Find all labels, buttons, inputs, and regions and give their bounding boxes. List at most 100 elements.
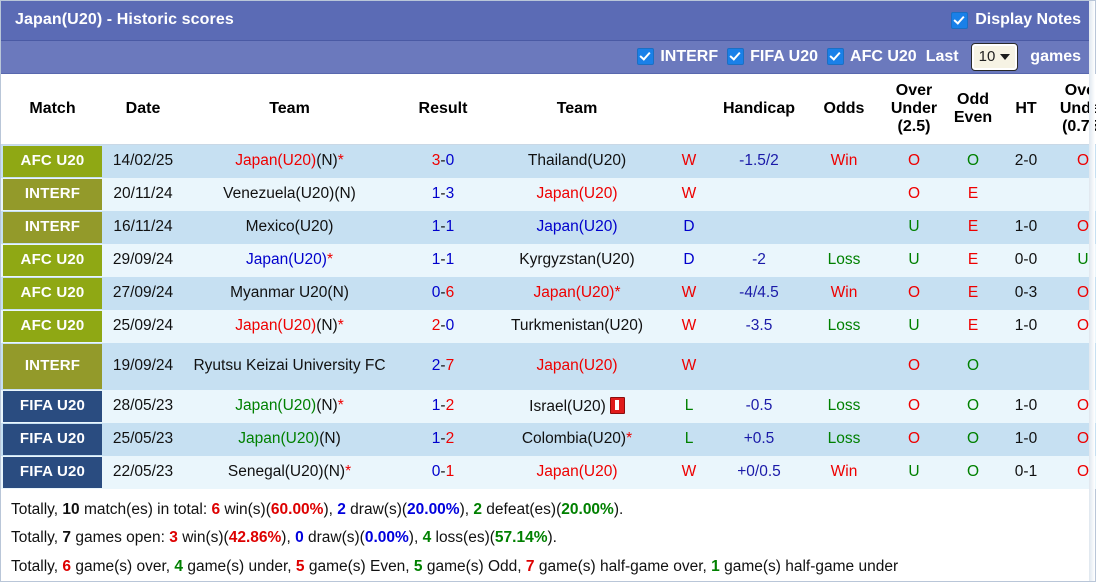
match-result[interactable]: 1-1 (397, 210, 489, 244)
match-date: 27/09/24 (104, 276, 182, 310)
match-result[interactable]: 1-2 (397, 389, 489, 423)
games-count-select[interactable]: 10 (971, 43, 1018, 70)
match-type-badge[interactable]: AFC U20 (1, 144, 104, 178)
away-team[interactable]: Japan(U20) (489, 210, 665, 244)
odds-result: Win (805, 276, 883, 310)
over-under-075 (1051, 342, 1096, 390)
away-team[interactable]: Japan(U20) (489, 177, 665, 211)
total-defeat-pct: 20.00% (561, 500, 614, 518)
historic-scores-panel: Japan(U20) - Historic scores Display Not… (0, 0, 1096, 582)
filter-afc-u20[interactable]: AFC U20 (827, 48, 917, 66)
home-team[interactable]: Japan(U20)(N)* (182, 389, 397, 423)
table-body: AFC U20 14/02/25 Japan(U20)(N)* 3-0 Thailand… (1, 144, 1096, 489)
filter-fifa-u20[interactable]: FIFA U20 (727, 48, 818, 66)
odds-result: Win (805, 455, 883, 489)
half-time-score: 1-0 (1001, 389, 1051, 423)
win-draw-loss: L (665, 422, 713, 456)
away-team[interactable]: Japan(U20)* (489, 276, 665, 310)
match-result[interactable]: 0-6 (397, 276, 489, 310)
open-games: 7 (62, 529, 72, 547)
match-type-badge[interactable]: INTERF (1, 210, 104, 244)
table-row[interactable]: AFC U20 27/09/24 Myanmar U20(N) 0-6 Japan(U2… (1, 276, 1096, 310)
match-date: 16/11/24 (104, 210, 182, 244)
col-result: Result (397, 73, 489, 145)
summary-line-open: Totally, 7 games open: 3 win(s)(42.86%),… (11, 529, 557, 547)
home-team[interactable]: Japan(U20)(N)* (182, 309, 397, 343)
handicap-value (713, 177, 805, 211)
match-type-badge[interactable]: INTERF (1, 177, 104, 211)
table-row[interactable]: AFC U20 14/02/25 Japan(U20)(N)* 3-0 Thailand… (1, 144, 1096, 178)
match-type-badge[interactable]: AFC U20 (1, 243, 104, 277)
over-under-25: U (883, 309, 945, 343)
match-result[interactable]: 1-2 (397, 422, 489, 456)
over-under-075: O (1051, 389, 1096, 423)
away-team[interactable]: Turkmenistan(U20) (489, 309, 665, 343)
match-result[interactable]: 0-1 (397, 455, 489, 489)
handicap-value: +0/0.5 (713, 455, 805, 489)
match-type-badge[interactable]: FIFA U20 (1, 422, 104, 456)
match-result[interactable]: 1-3 (397, 177, 489, 211)
away-team[interactable]: Israel(U20) (489, 389, 665, 423)
table-row[interactable]: FIFA U20 28/05/23 Japan(U20)(N)* 1-2 Israel(… (1, 389, 1096, 423)
over-under-25: U (883, 243, 945, 277)
total-matches: 10 (62, 500, 80, 518)
handicap-value: -0.5 (713, 389, 805, 423)
odd-even: E (945, 210, 1001, 244)
home-team[interactable]: Japan(U20)* (182, 243, 397, 277)
home-team[interactable]: Senegal(U20)(N)* (182, 455, 397, 489)
col-team-away: Team (489, 73, 665, 145)
match-type-badge[interactable]: AFC U20 (1, 309, 104, 343)
odd-even: E (945, 309, 1001, 343)
home-team[interactable]: Myanmar U20(N) (182, 276, 397, 310)
open-loss-pct: 57.14% (494, 529, 548, 547)
table-row[interactable]: INTERF 19/09/24 Ryutsu Keizai University F… (1, 342, 1096, 390)
home-team[interactable]: Japan(U20)(N) (182, 422, 397, 456)
display-notes-toggle[interactable]: Display Notes (951, 11, 1081, 29)
home-team[interactable]: Mexico(U20) (182, 210, 397, 244)
match-type-badge[interactable]: FIFA U20 (1, 455, 104, 489)
away-team[interactable]: Japan(U20) (489, 455, 665, 489)
scores-table-container: Match Date Team Result Team Handicap Odd… (1, 73, 1096, 489)
match-type-badge[interactable]: INTERF (1, 342, 104, 390)
match-type-badge[interactable]: AFC U20 (1, 276, 104, 310)
home-team[interactable]: Ryutsu Keizai University FC (182, 342, 397, 390)
table-row[interactable]: INTERF 16/11/24 Mexico(U20) 1-1 Japan(U20) D U… (1, 210, 1096, 244)
table-header: Match Date Team Result Team Handicap Odd… (1, 73, 1096, 145)
games-under: 4 (174, 557, 184, 575)
afc-u20-checkbox[interactable] (827, 48, 845, 66)
filter-interf[interactable]: INTERF (637, 48, 718, 66)
away-team[interactable]: Colombia(U20)* (489, 422, 665, 456)
match-result[interactable]: 3-0 (397, 144, 489, 178)
games-label: games (1030, 47, 1081, 65)
over-under-075: O (1051, 422, 1096, 456)
fifa-u20-checkbox[interactable] (727, 48, 745, 66)
table-row[interactable]: FIFA U20 25/05/23 Japan(U20)(N) 1-2 Colombia… (1, 422, 1096, 456)
last-label: Last (925, 47, 959, 65)
interf-label: INTERF (660, 47, 719, 65)
games-halfgame-over: 7 (525, 557, 535, 575)
match-result[interactable]: 2-0 (397, 309, 489, 343)
table-row[interactable]: AFC U20 29/09/24 Japan(U20)* 1-1 Kyrgyzstan(… (1, 243, 1096, 277)
total-win-pct: 60.00% (270, 500, 324, 518)
odd-even: E (945, 276, 1001, 310)
match-date: 20/11/24 (104, 177, 182, 211)
home-team[interactable]: Japan(U20)(N)* (182, 144, 397, 178)
table-row[interactable]: INTERF 20/11/24 Venezuela(U20)(N) 1-3 Japan(… (1, 177, 1096, 211)
match-result[interactable]: 1-1 (397, 243, 489, 277)
handicap-value: +0.5 (713, 422, 805, 456)
win-draw-loss: L (665, 389, 713, 423)
table-row[interactable]: FIFA U20 22/05/23 Senegal(U20)(N)* 0-1 Japan… (1, 455, 1096, 489)
display-notes-checkbox[interactable] (951, 11, 969, 29)
over-under-25: U (883, 210, 945, 244)
home-team[interactable]: Venezuela(U20)(N) (182, 177, 397, 211)
handicap-value: -2 (713, 243, 805, 277)
match-result[interactable]: 2-7 (397, 342, 489, 390)
away-team[interactable]: Japan(U20) (489, 342, 665, 390)
match-type-badge[interactable]: FIFA U20 (1, 389, 104, 423)
table-row[interactable]: AFC U20 25/09/24 Japan(U20)(N)* 2-0 Turkmeni… (1, 309, 1096, 343)
col-date: Date (104, 73, 182, 145)
away-team[interactable]: Kyrgyzstan(U20) (489, 243, 665, 277)
over-under-25: O (883, 144, 945, 178)
interf-checkbox[interactable] (637, 48, 655, 66)
away-team[interactable]: Thailand(U20) (489, 144, 665, 178)
